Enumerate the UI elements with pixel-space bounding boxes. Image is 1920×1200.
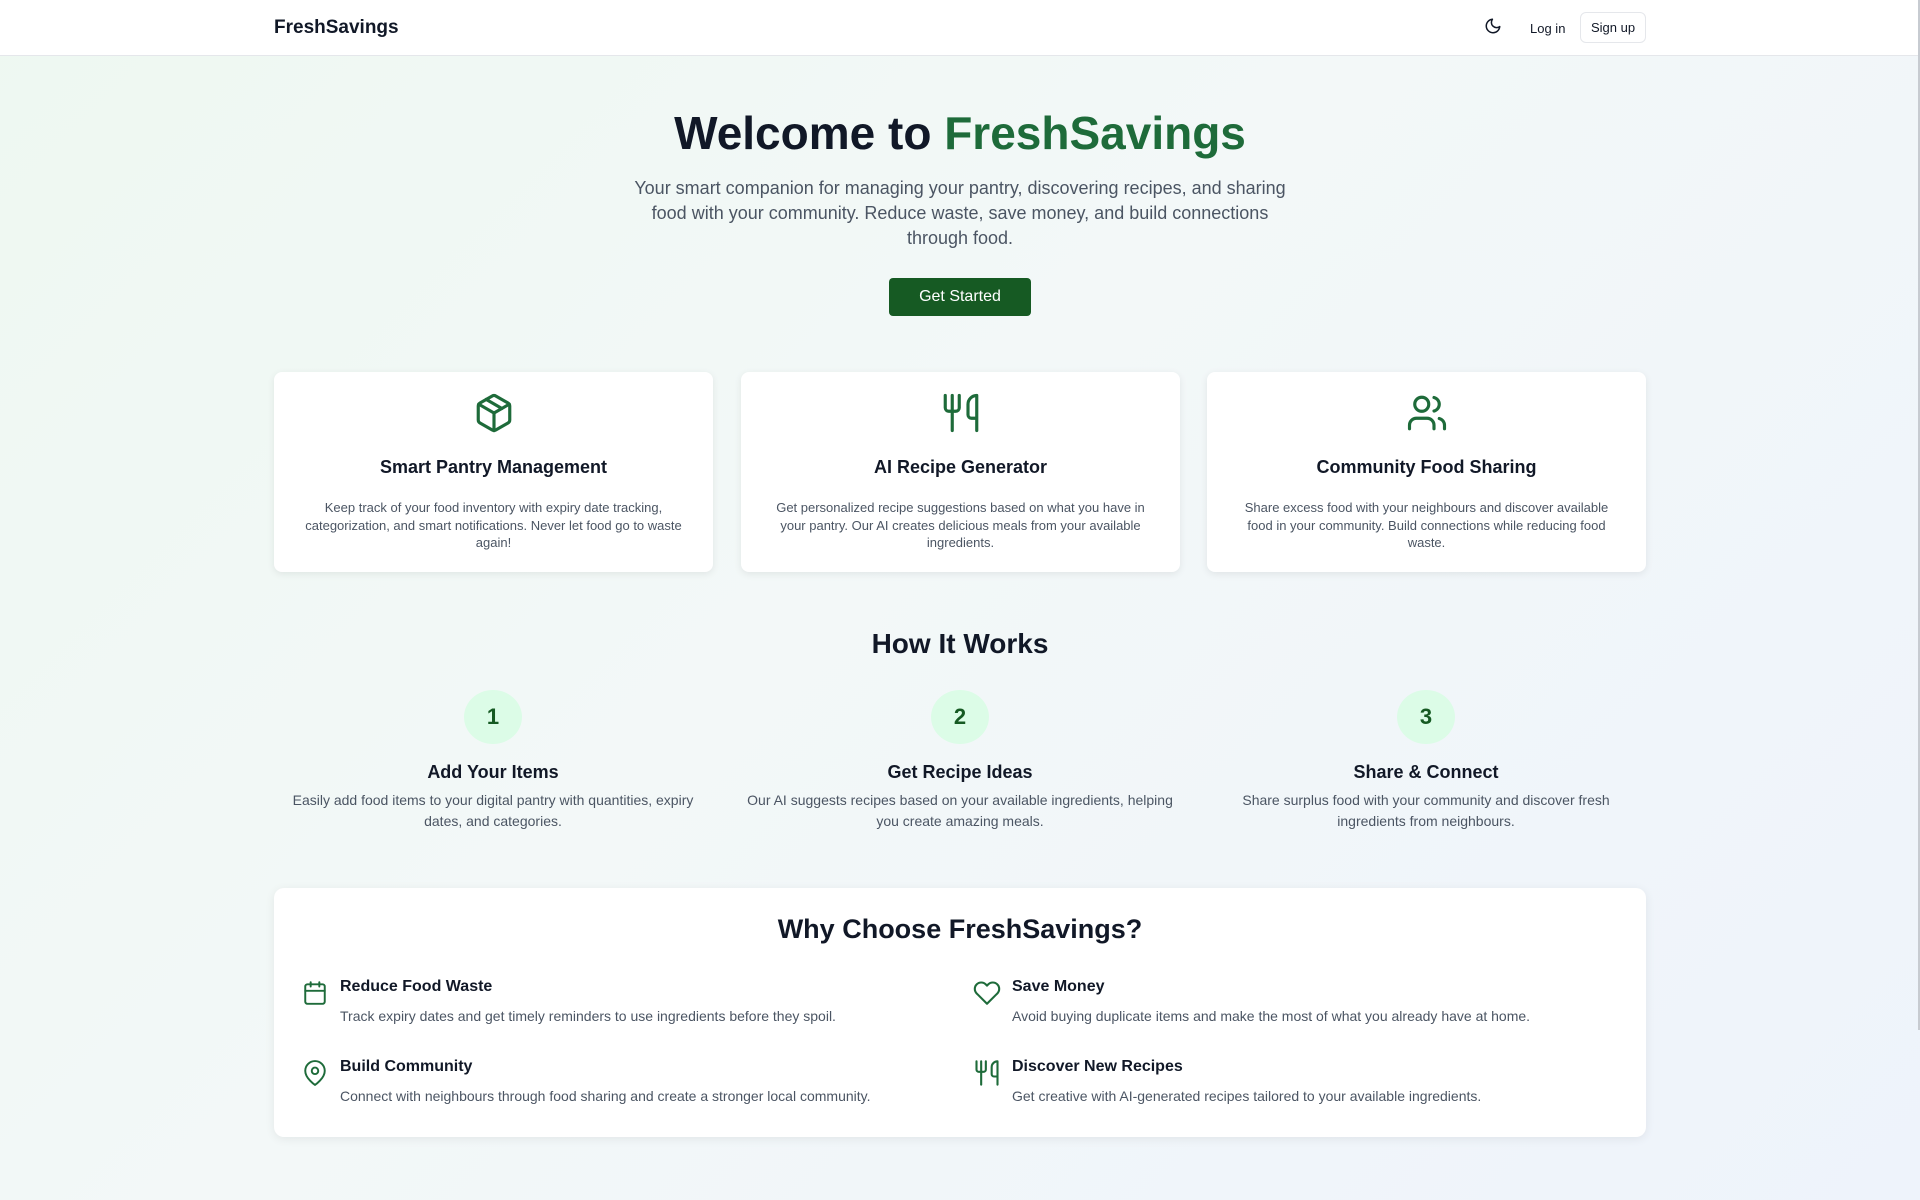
feature-card-pantry: Smart Pantry Management Keep track of yo… bbox=[274, 372, 713, 572]
hero-subtitle: Your smart companion for managing your p… bbox=[634, 178, 1286, 248]
hero-title-accent: FreshSavings bbox=[944, 107, 1246, 159]
feature-description: Keep track of your food inventory with e… bbox=[305, 500, 682, 550]
why-choose-card: Why Choose FreshSavings? Reduce Food Was… bbox=[274, 888, 1646, 1137]
users-icon bbox=[1207, 392, 1646, 436]
step-description: Share surplus food with your community a… bbox=[1242, 792, 1610, 829]
step-number: 1 bbox=[464, 690, 522, 744]
utensils-icon bbox=[972, 1058, 1002, 1088]
moon-icon bbox=[1484, 17, 1502, 40]
step-description: Our AI suggests recipes based on your av… bbox=[747, 792, 1173, 829]
benefit-description: Avoid buying duplicate items and make th… bbox=[1012, 1008, 1531, 1024]
get-started-button[interactable]: Get Started bbox=[889, 278, 1031, 316]
theme-toggle-button[interactable] bbox=[1480, 15, 1506, 41]
brand-logo[interactable]: FreshSavings bbox=[274, 17, 399, 39]
feature-card-sharing: Community Food Sharing Share excess food… bbox=[1207, 372, 1646, 572]
login-button[interactable]: Log in bbox=[1520, 14, 1575, 42]
signup-button[interactable]: Sign up bbox=[1580, 12, 1647, 43]
calendar-icon bbox=[300, 978, 330, 1008]
why-choose-title: Why Choose FreshSavings? bbox=[777, 914, 1143, 944]
feature-title: Community Food Sharing bbox=[1316, 457, 1537, 477]
heart-icon bbox=[972, 978, 1002, 1008]
feature-description: Get personalized recipe suggestions base… bbox=[776, 500, 1145, 550]
step-title: Add Your Items bbox=[427, 762, 559, 782]
benefit-description: Get creative with AI-generated recipes t… bbox=[1012, 1088, 1482, 1104]
package-icon bbox=[274, 392, 713, 436]
benefit-description: Track expiry dates and get timely remind… bbox=[340, 1008, 836, 1024]
feature-description: Share excess food with your neighbours a… bbox=[1244, 500, 1609, 550]
feature-card-recipes: AI Recipe Generator Get personalized rec… bbox=[741, 372, 1180, 572]
feature-title: Smart Pantry Management bbox=[379, 457, 608, 477]
step-number: 3 bbox=[1397, 690, 1455, 744]
step-description: Easily add food items to your digital pa… bbox=[292, 792, 694, 829]
utensils-icon bbox=[741, 392, 1180, 436]
step-title: Get Recipe Ideas bbox=[887, 762, 1033, 782]
how-it-works-title: How It Works bbox=[871, 628, 1049, 659]
step-number: 2 bbox=[931, 690, 989, 744]
map-pin-icon bbox=[300, 1058, 330, 1088]
benefit-title: Discover New Recipes bbox=[1012, 1058, 1183, 1075]
top-navbar: FreshSavings Log in Sign up bbox=[0, 0, 1918, 56]
benefit-title: Build Community bbox=[340, 1058, 473, 1075]
hero-title: Welcome to FreshSavings bbox=[0, 106, 1920, 160]
feature-title: AI Recipe Generator bbox=[873, 457, 1048, 477]
step-title: Share & Connect bbox=[1353, 762, 1499, 782]
hero-title-prefix: Welcome to bbox=[674, 107, 932, 159]
benefit-title: Save Money bbox=[1012, 978, 1105, 995]
benefit-description: Connect with neighbours through food sha… bbox=[340, 1088, 871, 1104]
benefit-title: Reduce Food Waste bbox=[340, 978, 493, 995]
